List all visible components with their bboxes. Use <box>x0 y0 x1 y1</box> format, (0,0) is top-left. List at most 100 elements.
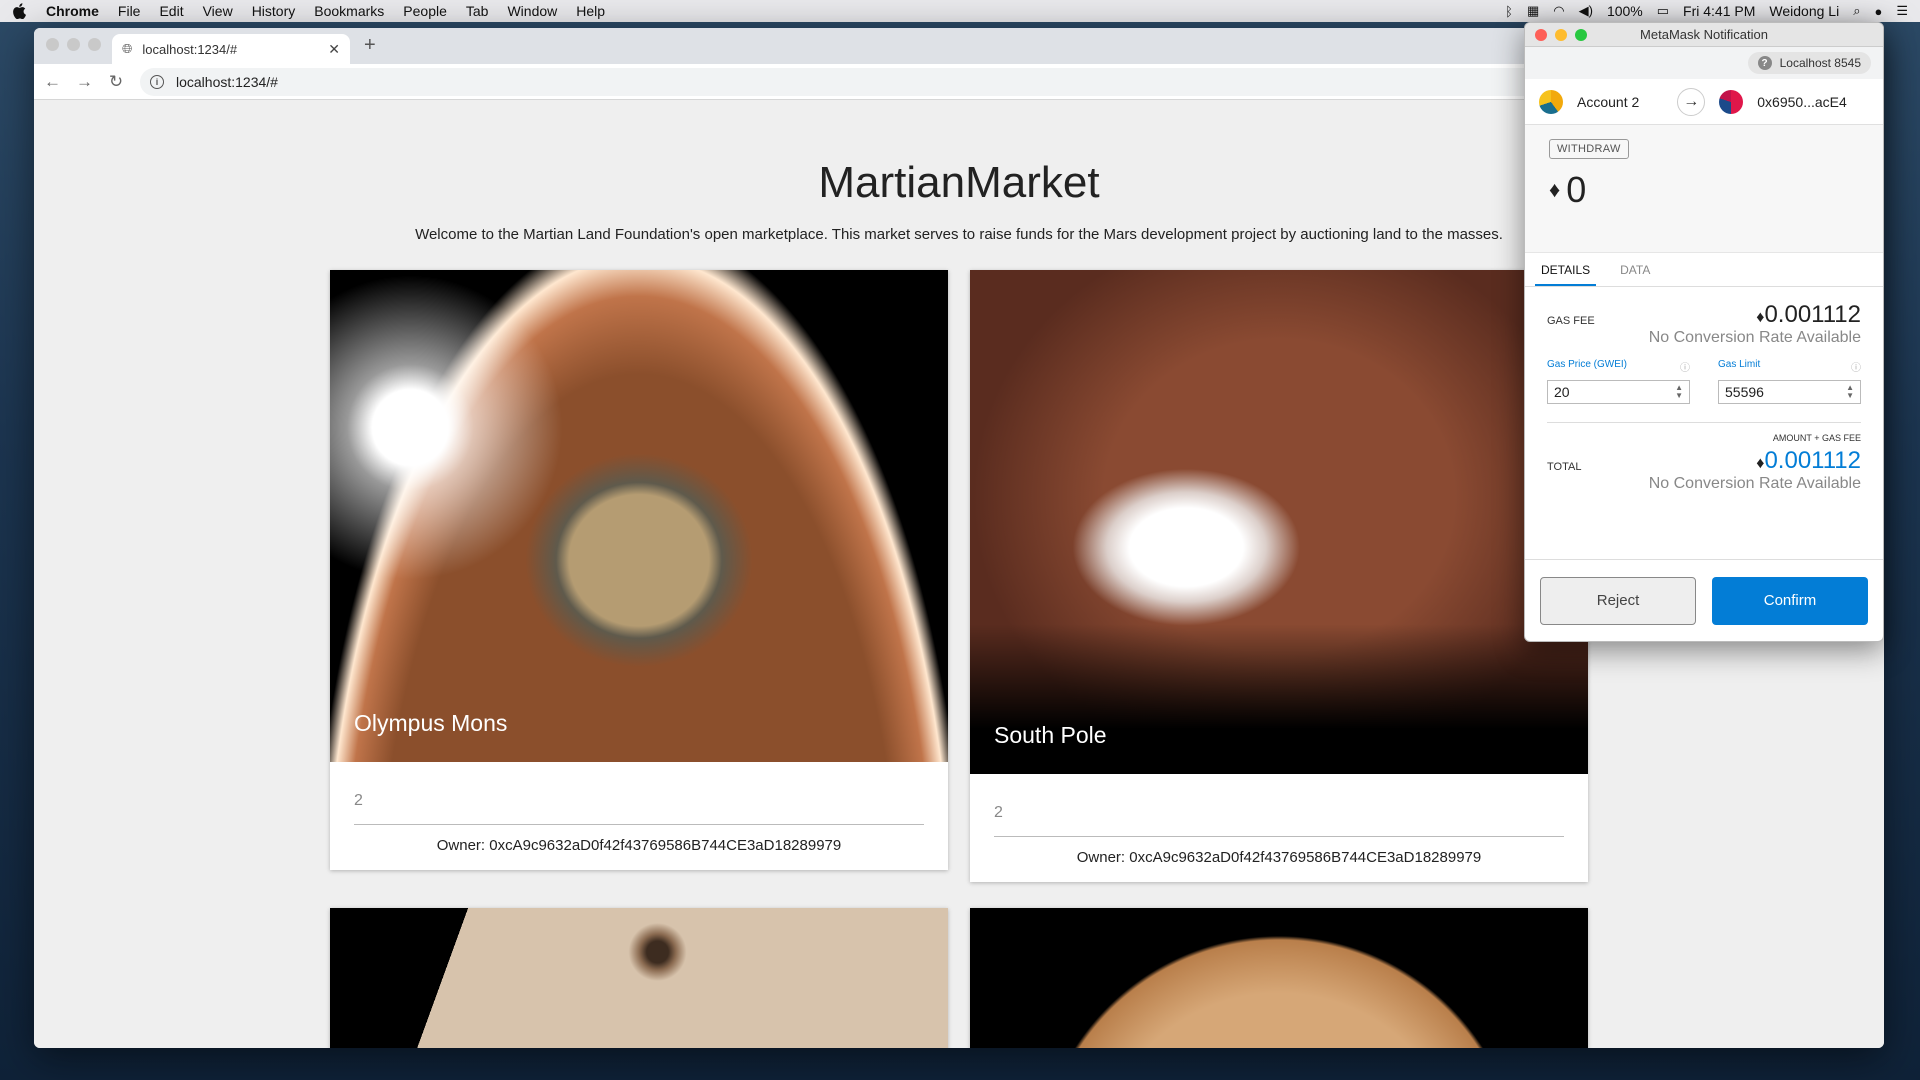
apple-icon[interactable] <box>12 3 26 19</box>
land-price: 2 <box>994 804 1003 821</box>
popup-window-controls <box>1535 29 1587 41</box>
site-info-icon[interactable]: i <box>150 74 164 89</box>
gas-fee-label: GAS FEE <box>1547 315 1595 327</box>
gas-price-value[interactable]: 20 <box>1554 384 1570 400</box>
us-flag-icon[interactable]: ▦ <box>1527 3 1539 19</box>
browser-tab[interactable]: 🌐︎ localhost:1234/# ✕ <box>112 34 350 64</box>
menu-tab[interactable]: Tab <box>466 3 489 19</box>
address-bar-url[interactable]: localhost:1234/# <box>176 74 278 90</box>
land-image[interactable]: Olympus Mons <box>330 270 948 762</box>
wifi-icon[interactable]: ◠ <box>1553 3 1564 19</box>
gas-limit-label: Gas Limit <box>1718 359 1761 370</box>
siri-icon[interactable]: ● <box>1874 4 1882 19</box>
arrow-right-icon: → <box>1677 87 1706 116</box>
popup-close-button[interactable] <box>1535 29 1547 41</box>
reload-icon[interactable]: ↻ <box>108 72 124 92</box>
gas-price-input[interactable]: 20 ▲ ▼ <box>1547 380 1690 404</box>
gas-fee-value-block: ♦0.001112 No Conversion Rate Available <box>1649 301 1861 347</box>
gas-price-field: Gas Price (GWEI) ⓘ 20 ▲ ▼ <box>1547 359 1690 404</box>
gas-fee-amount: ♦0.001112 <box>1649 301 1861 329</box>
new-tab-button[interactable]: + <box>364 34 376 57</box>
network-bar: ? Localhost 8545 <box>1525 47 1883 79</box>
gas-limit-label-row: Gas Limit ⓘ <box>1718 359 1861 374</box>
popup-footer: Reject Confirm <box>1525 559 1883 641</box>
gas-inputs: Gas Price (GWEI) ⓘ 20 ▲ ▼ Gas Limit ⓘ 55596 ▲… <box>1547 359 1861 404</box>
amount-value: 0 <box>1566 169 1587 210</box>
popup-minimize-button[interactable] <box>1555 29 1567 41</box>
tab-title: localhost:1234/# <box>142 41 238 57</box>
total-label: TOTAL <box>1547 461 1582 473</box>
land-card-fourth[interactable] <box>970 908 1588 1048</box>
gas-price-stepper[interactable]: ▲ ▼ <box>1675 384 1683 400</box>
gas-price-label: Gas Price (GWEI) <box>1547 359 1628 370</box>
menubar-status-area: ᛒ ▦ ◠ ◀) 100% ▭ Fri 4:41 PM Weidong Li ⌕… <box>1505 3 1908 19</box>
reject-button[interactable]: Reject <box>1540 576 1696 625</box>
gas-fee-conversion: No Conversion Rate Available <box>1648 329 1861 346</box>
gas-limit-value[interactable]: 55596 <box>1725 384 1764 400</box>
popup-zoom-button[interactable] <box>1575 29 1587 41</box>
close-window-button[interactable] <box>46 38 59 51</box>
recipient-identicon <box>1719 89 1744 114</box>
image-shade <box>970 624 1588 774</box>
transaction-amount: ♦ 0 <box>1549 169 1859 211</box>
land-card-olympus-mons[interactable]: Olympus Mons 2 Owner: 0xcA9c9632aD0f42f4… <box>330 270 948 870</box>
confirm-button[interactable]: Confirm <box>1712 576 1868 625</box>
land-owner: Owner: 0xcA9c9632aD0f42f43769586B744CE3a… <box>1076 849 1482 866</box>
tab-details[interactable]: DETAILS <box>1535 253 1597 286</box>
menu-file[interactable]: File <box>118 3 141 19</box>
menu-view[interactable]: View <box>203 3 233 19</box>
tab-data[interactable]: DATA <box>1614 253 1656 286</box>
transaction-summary: WITHDRAW ♦ 0 <box>1525 125 1883 253</box>
minimize-window-button[interactable] <box>67 38 80 51</box>
total-conversion: No Conversion Rate Available <box>1648 475 1861 492</box>
info-icon[interactable]: ⓘ <box>1851 359 1861 374</box>
macos-menubar: Chrome File Edit View History Bookmarks … <box>0 0 1920 22</box>
menu-window[interactable]: Window <box>507 3 557 19</box>
land-name: South Pole <box>994 722 1107 748</box>
menu-app-chrome[interactable]: Chrome <box>46 3 99 19</box>
clock[interactable]: Fri 4:41 PM <box>1683 3 1755 19</box>
details-panel: GAS FEE ♦0.001112 No Conversion Rate Ava… <box>1525 287 1883 507</box>
bluetooth-icon[interactable]: ᛒ <box>1505 4 1513 19</box>
gas-limit-field: Gas Limit ⓘ 55596 ▲ ▼ <box>1718 359 1861 404</box>
close-tab-icon[interactable]: ✕ <box>328 41 340 58</box>
land-image[interactable]: South Pole <box>970 270 1588 774</box>
volume-icon[interactable]: ◀) <box>1579 3 1593 19</box>
forward-arrow-icon[interactable]: → <box>76 72 93 92</box>
window-controls <box>46 38 101 51</box>
notification-center-icon[interactable]: ☰ <box>1896 3 1908 19</box>
account-identicon <box>1539 89 1563 114</box>
land-card-south-pole[interactable]: South Pole 2 Owner: 0xcA9c9632aD0f42f437… <box>970 270 1588 882</box>
land-name: Olympus Mons <box>354 710 508 736</box>
gas-fee-value: 0.001112 <box>1764 301 1861 328</box>
gas-limit-stepper[interactable]: ▲ ▼ <box>1846 384 1854 400</box>
menu-people[interactable]: People <box>403 3 447 19</box>
menu-edit[interactable]: Edit <box>159 3 183 19</box>
user-name[interactable]: Weidong Li <box>1769 3 1839 19</box>
land-price: 2 <box>354 792 363 809</box>
land-image[interactable] <box>330 908 948 1048</box>
back-arrow-icon[interactable]: ← <box>44 72 61 92</box>
land-card-third[interactable] <box>330 908 948 1048</box>
to-address: 0x6950...acE4 <box>1757 93 1847 110</box>
total-value-block: ♦0.001112 No Conversion Rate Available <box>1649 447 1861 493</box>
menu-history[interactable]: History <box>252 3 296 19</box>
metamask-titlebar: MetaMask Notification <box>1525 23 1883 47</box>
info-icon[interactable]: ⓘ <box>1680 359 1690 374</box>
amount-gas-note: AMOUNT + GAS FEE <box>1772 433 1861 443</box>
land-image[interactable] <box>970 908 1588 1048</box>
gas-fee-row: GAS FEE ♦0.001112 No Conversion Rate Ava… <box>1547 301 1861 347</box>
spotlight-search-icon[interactable]: ⌕ <box>1853 3 1860 19</box>
network-selector[interactable]: ? Localhost 8545 <box>1747 52 1871 74</box>
details-divider <box>1547 422 1861 423</box>
action-badge: WITHDRAW <box>1549 139 1629 159</box>
menu-bookmarks[interactable]: Bookmarks <box>314 3 384 19</box>
zoom-window-button[interactable] <box>88 38 101 51</box>
total-amount: ♦0.001112 <box>1649 447 1861 475</box>
sender-recipient-row: Account 2 → 0x6950...acE4 <box>1525 79 1883 125</box>
gas-price-label-row: Gas Price (GWEI) ⓘ <box>1547 359 1690 374</box>
battery-percent[interactable]: 100% <box>1607 3 1643 19</box>
menu-help[interactable]: Help <box>576 3 605 19</box>
battery-icon[interactable]: ▭ <box>1657 3 1669 19</box>
gas-limit-input[interactable]: 55596 ▲ ▼ <box>1718 380 1861 404</box>
